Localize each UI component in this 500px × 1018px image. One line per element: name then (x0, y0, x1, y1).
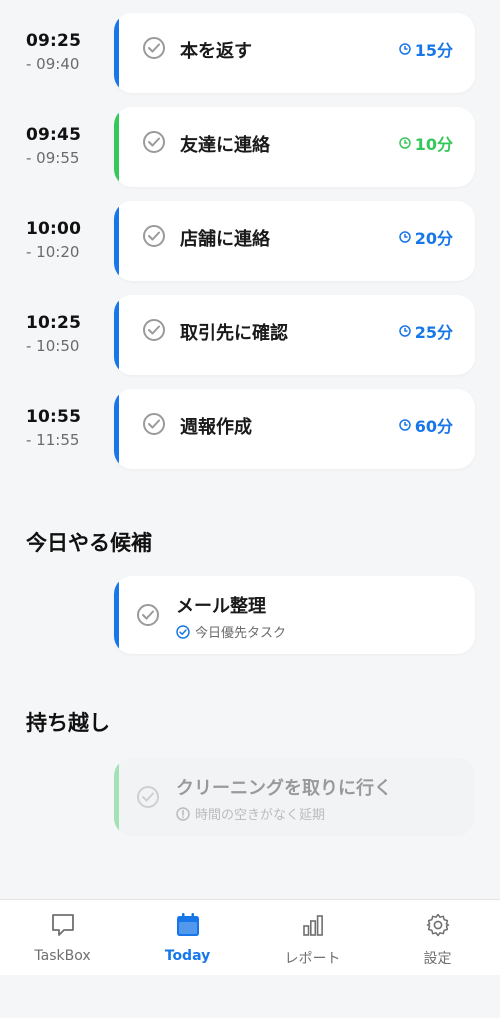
task-note-label: 今日優先タスク (195, 626, 287, 641)
duration-label: 60分 (414, 417, 453, 436)
task-title: 本を返す (180, 41, 252, 62)
start-time: 10:00 (26, 219, 82, 239)
duration-badge: 60分 (398, 413, 453, 437)
task-title: 週報作成 (180, 417, 252, 438)
start-time: 10:25 (26, 313, 82, 333)
task-title: 友達に連絡 (180, 135, 270, 156)
task-note: 時間の空きがなく延期 (176, 804, 325, 823)
end-time: - 10:50 (26, 337, 80, 355)
task-title: メール整理 (176, 596, 266, 617)
task-title: 取引先に確認 (180, 323, 288, 344)
task-card[interactable]: 友達に連絡 10分 (114, 107, 475, 187)
task-card[interactable]: 週報作成 60分 (114, 389, 475, 469)
check-circle-icon[interactable] (143, 37, 165, 59)
duration-label: 15分 (414, 41, 453, 60)
schedule-row: 09:25 - 09:40 本を返す 15分 (0, 13, 500, 93)
clock-icon (398, 231, 411, 243)
duration-badge: 20分 (398, 225, 453, 249)
task-title: 店舗に連絡 (180, 229, 270, 250)
schedule-row: 10:00 - 10:20 店舗に連絡 20分 (0, 201, 500, 281)
start-time: 09:25 (26, 31, 82, 51)
accent-bar (114, 576, 119, 654)
time-range: 10:00 - 10:20 (26, 219, 116, 261)
task-card[interactable]: 取引先に確認 25分 (114, 295, 475, 375)
clock-icon (398, 419, 411, 431)
duration-badge: 25分 (398, 319, 453, 343)
schedule-row: 09:45 - 09:55 友達に連絡 10分 (0, 107, 500, 187)
accent-bar (114, 107, 119, 187)
task-note: 今日優先タスク (176, 622, 286, 641)
check-circle-icon[interactable] (143, 225, 165, 247)
check-circle-icon[interactable] (143, 319, 165, 341)
start-time: 09:45 (26, 125, 82, 145)
time-range: 10:55 - 11:55 (26, 407, 116, 449)
check-circle-icon (176, 624, 190, 639)
time-range: 09:45 - 09:55 (26, 125, 116, 167)
info-circle-icon (176, 806, 190, 821)
check-circle-icon[interactable] (137, 786, 159, 808)
end-time: - 11:55 (26, 431, 80, 449)
tab-report[interactable]: レポート (250, 900, 375, 976)
tab-settings[interactable]: 設定 (375, 900, 500, 976)
tab-label: 設定 (423, 951, 452, 967)
accent-bar (114, 201, 119, 281)
accent-bar (114, 758, 119, 836)
tab-label: レポート (284, 951, 341, 967)
check-circle-icon[interactable] (143, 131, 165, 153)
task-note-label: 時間の空きがなく延期 (195, 808, 326, 823)
accent-bar (114, 295, 119, 375)
duration-badge: 15分 (398, 37, 453, 61)
carryover-heading: 持ち越し (26, 711, 110, 735)
schedule-row: 10:55 - 11:55 週報作成 60分 (0, 389, 500, 469)
tab-label: TaskBox (34, 948, 91, 964)
tab-taskbox[interactable]: TaskBox (0, 900, 125, 976)
clock-icon (398, 325, 411, 337)
time-range: 09:25 - 09:40 (26, 31, 116, 73)
duration-badge: 10分 (398, 131, 453, 155)
check-circle-icon[interactable] (143, 413, 165, 435)
duration-label: 10分 (414, 135, 453, 154)
end-time: - 09:40 (26, 55, 80, 73)
duration-label: 20分 (414, 229, 453, 248)
task-title: クリーニングを取りに行く (176, 778, 392, 799)
accent-bar (114, 389, 119, 469)
candidates-heading: 今日やる候補 (26, 531, 152, 555)
time-range: 10:25 - 10:50 (26, 313, 116, 355)
end-time: - 09:55 (26, 149, 80, 167)
clock-icon (398, 43, 411, 55)
carryover-task-card[interactable]: クリーニングを取りに行く 時間の空きがなく延期 (114, 758, 475, 836)
duration-label: 25分 (414, 323, 453, 342)
task-card[interactable]: 本を返す 15分 (114, 13, 475, 93)
tab-today[interactable]: Today (125, 900, 250, 976)
calendar-icon (176, 913, 199, 936)
clock-icon (398, 137, 411, 149)
schedule-row: 10:25 - 10:50 取引先に確認 25分 (0, 295, 500, 375)
inbox-icon (51, 914, 74, 936)
gear-icon (426, 913, 449, 937)
check-circle-icon[interactable] (137, 604, 159, 626)
start-time: 10:55 (26, 407, 82, 427)
task-card[interactable]: 店舗に連絡 20分 (114, 201, 475, 281)
candidate-task-card[interactable]: メール整理 今日優先タスク (114, 576, 475, 654)
tab-label: Today (164, 948, 211, 964)
end-time: - 10:20 (26, 243, 80, 261)
accent-bar (114, 13, 119, 93)
bar-chart-icon (302, 915, 323, 936)
bottom-tab-bar: TaskBox Today レポート 設定 (0, 899, 500, 975)
